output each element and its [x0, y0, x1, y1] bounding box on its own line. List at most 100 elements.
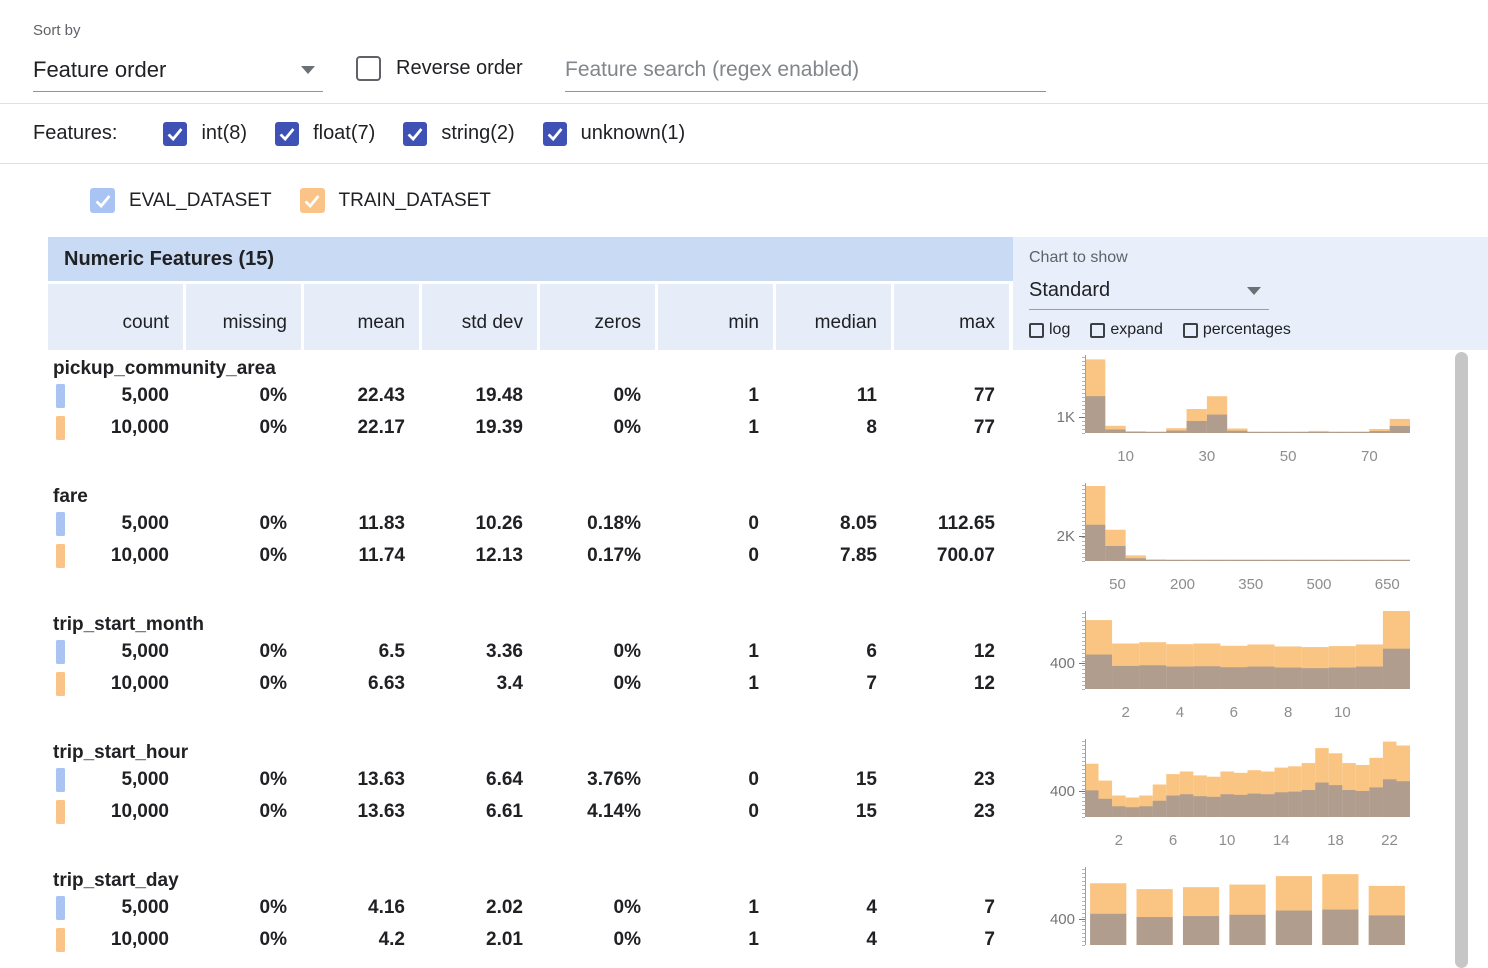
stat-mean: 22.17	[304, 412, 419, 444]
chart-to-show-panel: Chart to show Standard log expand percen…	[1013, 237, 1488, 350]
train-dataset-label: TRAIN_DATASET	[339, 190, 491, 212]
stat-zeros: 0.18%	[540, 508, 655, 540]
stat-mean: 13.63	[304, 764, 419, 796]
reverse-order-checkbox[interactable]	[356, 56, 381, 81]
stat-median: 6	[776, 636, 891, 668]
stat-missing: 0%	[186, 924, 301, 956]
check-icon	[92, 190, 114, 212]
train-series	[1085, 359, 1410, 433]
svg-text:650: 650	[1375, 576, 1400, 593]
svg-text:2: 2	[1115, 832, 1123, 849]
svg-text:8: 8	[1284, 704, 1292, 721]
log-checkbox[interactable]	[1029, 323, 1044, 338]
svg-text:200: 200	[1170, 576, 1195, 593]
stat-count: 10,000	[48, 796, 183, 828]
column-header-median: median	[776, 284, 891, 350]
svg-text:70: 70	[1361, 448, 1378, 465]
feature-type-filters: Features: int(8) float(7) string(2) unkn…	[0, 104, 1488, 164]
stat-missing: 0%	[186, 380, 301, 412]
column-header-max: max	[894, 284, 1009, 350]
feature-search-input[interactable]	[565, 58, 1046, 82]
filters-label: Features:	[33, 122, 117, 145]
stat-mean: 4.16	[304, 892, 419, 924]
svg-text:50: 50	[1109, 576, 1126, 593]
column-header-std-dev: std dev	[422, 284, 537, 350]
svg-text:10: 10	[1219, 832, 1236, 849]
eval-color-swatch	[56, 384, 65, 408]
stat-std-dev: 3.36	[422, 636, 537, 668]
eval-dataset-label: EVAL_DATASET	[129, 190, 272, 212]
feature-block: pickup_community_area5,0000%22.4319.480%…	[48, 352, 1488, 480]
expand-checkbox[interactable]	[1090, 323, 1105, 338]
stat-min: 1	[658, 412, 773, 444]
histogram-chart: 2K50200350500650	[1037, 481, 1417, 599]
feature-histogram: 1K10305070	[1037, 353, 1417, 471]
stat-median: 7.85	[776, 540, 891, 572]
stat-mean: 11.83	[304, 508, 419, 540]
feature-block: trip_start_day5,0000%4.162.020%14710,000…	[48, 864, 1488, 968]
eval-color-swatch	[56, 512, 65, 536]
filter-int-label: int(8)	[201, 122, 247, 145]
filter-float-checkbox[interactable]	[275, 122, 299, 146]
dataset-legend: EVAL_DATASET TRAIN_DATASET	[0, 164, 1488, 237]
filter-string-label: string(2)	[441, 122, 514, 145]
stat-missing: 0%	[186, 540, 301, 572]
expand-label: expand	[1110, 321, 1163, 339]
stat-min: 0	[658, 764, 773, 796]
check-icon	[301, 190, 323, 212]
column-header-count: count	[48, 284, 183, 350]
feature-block: trip_start_hour5,0000%13.636.643.76%0152…	[48, 736, 1488, 864]
stat-max: 7	[894, 924, 1009, 956]
filter-int-checkbox[interactable]	[163, 122, 187, 146]
vertical-scrollbar-thumb[interactable]	[1455, 352, 1468, 968]
sort-by-label: Sort by	[33, 22, 81, 39]
percentages-checkbox[interactable]	[1183, 323, 1198, 338]
stat-max: 700.07	[894, 540, 1009, 572]
chart-to-show-label: Chart to show	[1029, 249, 1488, 267]
stat-count: 10,000	[48, 412, 183, 444]
stat-zeros: 0%	[540, 636, 655, 668]
eval-color-swatch	[56, 896, 65, 920]
stat-count: 5,000	[48, 508, 183, 540]
feature-histogram: 2K50200350500650	[1037, 481, 1417, 599]
filter-float-label: float(7)	[313, 122, 375, 145]
sort-by-value: Feature order	[33, 57, 166, 83]
stat-min: 1	[658, 892, 773, 924]
svg-text:50: 50	[1280, 448, 1297, 465]
stat-count: 5,000	[48, 636, 183, 668]
stat-max: 12	[894, 636, 1009, 668]
feature-block: trip_start_month5,0000%6.53.360%161210,0…	[48, 608, 1488, 736]
stat-mean: 13.63	[304, 796, 419, 828]
svg-text:14: 14	[1273, 832, 1290, 849]
stat-median: 4	[776, 892, 891, 924]
check-icon	[164, 123, 186, 145]
stat-zeros: 0.17%	[540, 540, 655, 572]
stat-median: 11	[776, 380, 891, 412]
feature-search-field	[565, 48, 1046, 92]
reverse-order-label: Reverse order	[396, 57, 523, 80]
train-color-swatch	[56, 416, 65, 440]
svg-text:400: 400	[1050, 783, 1075, 800]
eval-dataset-checkbox[interactable]	[90, 188, 115, 213]
feature-histogram: 4002610141822	[1037, 737, 1417, 855]
stat-min: 1	[658, 636, 773, 668]
stat-count: 10,000	[48, 540, 183, 572]
filter-string-checkbox[interactable]	[403, 122, 427, 146]
stat-std-dev: 2.02	[422, 892, 537, 924]
feature-histogram: 400246810	[1037, 609, 1417, 727]
stat-zeros: 4.14%	[540, 796, 655, 828]
chart-type-select[interactable]: Standard	[1029, 279, 1269, 310]
stat-min: 1	[658, 668, 773, 700]
chevron-down-icon	[301, 66, 315, 74]
stat-zeros: 0%	[540, 380, 655, 412]
train-dataset-checkbox[interactable]	[300, 188, 325, 213]
stat-max: 112.65	[894, 508, 1009, 540]
stat-missing: 0%	[186, 412, 301, 444]
stat-mean: 11.74	[304, 540, 419, 572]
numeric-features-section: Numeric Features (15) count missing mean…	[48, 237, 1488, 968]
stat-zeros: 0%	[540, 924, 655, 956]
filter-unknown-checkbox[interactable]	[543, 122, 567, 146]
column-header-zeros: zeros	[540, 284, 655, 350]
svg-text:500: 500	[1306, 576, 1331, 593]
sort-by-select[interactable]: Feature order	[33, 48, 323, 92]
